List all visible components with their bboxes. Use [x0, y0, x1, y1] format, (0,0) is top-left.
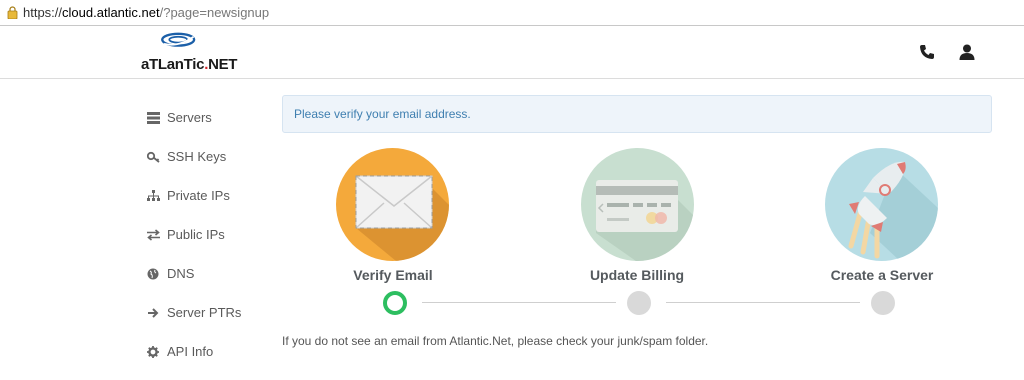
exchange-icon [146, 228, 160, 242]
step-label-create-server: Create a Server [830, 267, 934, 283]
sidebar-item-label: API Info [167, 344, 214, 359]
verify-email-illustration [336, 148, 449, 261]
logo-wordmark-end: NET [208, 56, 238, 73]
sidebar-item-label: Private IPs [167, 188, 230, 203]
browser-address-bar[interactable]: https://cloud.atlantic.net/?page=newsign… [0, 0, 1024, 26]
servers-icon [146, 111, 160, 125]
rocket-icon [848, 161, 938, 261]
site-header: aTLanTic.NET [0, 27, 1024, 79]
sitemap-icon [146, 189, 160, 203]
logo-wordmark-main: aTLanTic [141, 56, 205, 73]
user-icon[interactable] [958, 43, 976, 61]
envelope-icon [355, 175, 449, 261]
sidebar-item-private-ips[interactable]: Private IPs [140, 176, 270, 215]
sidebar-item-label: Servers [167, 110, 212, 125]
phone-icon[interactable] [918, 43, 936, 61]
create-server-illustration [825, 148, 938, 261]
atlantic-logo-swirl[interactable] [160, 32, 220, 58]
step-indicator-update-billing [627, 291, 651, 315]
step-indicator-verify-email [383, 291, 407, 315]
step-label-update-billing: Update Billing [589, 267, 685, 283]
sidebar-item-label: Server PTRs [167, 305, 242, 320]
progress-connector-1 [422, 302, 616, 303]
sidebar-item-dns[interactable]: DNS [140, 254, 270, 293]
sidebar-item-server-ptrs[interactable]: Server PTRs [140, 293, 270, 332]
update-billing-illustration [581, 148, 694, 261]
sidebar-item-servers[interactable]: Servers [140, 98, 270, 137]
url-path: /?page=newsignup [159, 5, 270, 20]
step-label-verify-email: Verify Email [353, 267, 433, 283]
sidebar-item-label: Public IPs [167, 227, 225, 242]
url-scheme: https:// [23, 5, 63, 20]
sidebar-item-label: SSH Keys [167, 149, 227, 164]
gear-icon [146, 345, 160, 359]
key-icon [146, 150, 160, 164]
arrow-right-icon [146, 306, 160, 320]
logo-wordmark[interactable]: aTLanTic.NET [141, 56, 237, 73]
junk-folder-note: If you do not see an email from Atlantic… [282, 334, 709, 348]
alert-text: Please verify your email address. [294, 107, 471, 121]
sidebar-item-ssh-keys[interactable]: SSH Keys [140, 137, 270, 176]
credit-card-icon [596, 180, 694, 261]
sidebar-item-label: DNS [167, 266, 195, 281]
progress-connector-2 [666, 302, 860, 303]
lock-icon [7, 6, 18, 19]
url-host: cloud.atlantic.net [62, 5, 160, 20]
url-text[interactable]: https://cloud.atlantic.net/?page=newsign… [23, 5, 269, 20]
step-indicator-create-server [871, 291, 895, 315]
verify-email-alert: Please verify your email address. [282, 95, 992, 133]
sidebar-item-api-info[interactable]: API Info [140, 332, 270, 371]
globe-icon [146, 267, 160, 281]
sidebar-nav: Servers SSH Keys Private IPs Public IPs … [140, 98, 270, 371]
sidebar-item-public-ips[interactable]: Public IPs [140, 215, 270, 254]
